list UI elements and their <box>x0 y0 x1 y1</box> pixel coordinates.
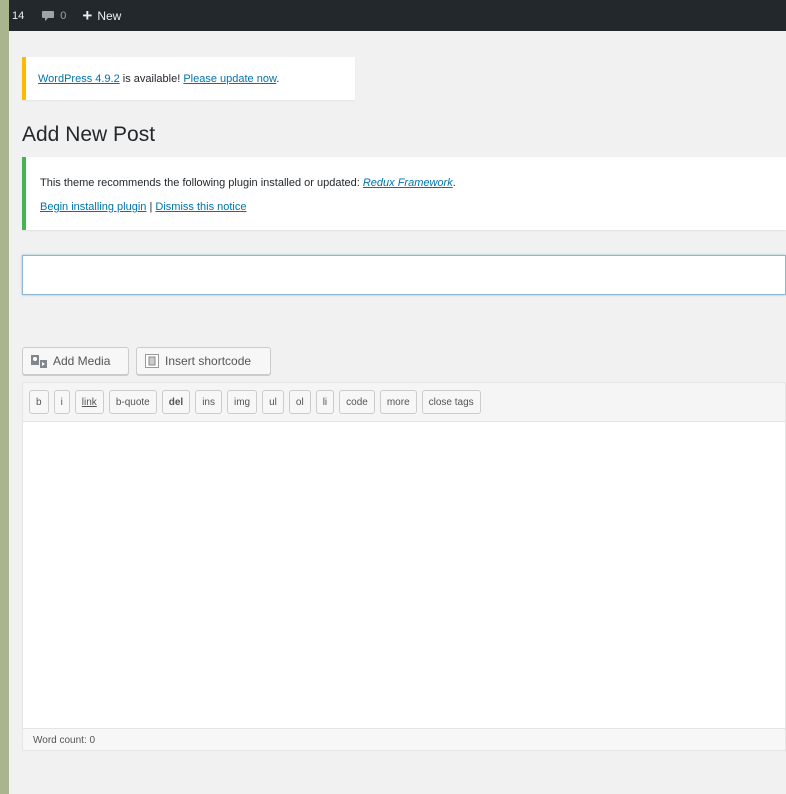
plus-icon: + <box>82 6 93 25</box>
quicktag-b-button[interactable]: b <box>29 390 49 414</box>
page-title: Add New Post <box>22 123 156 146</box>
browser-viewport: 14 0 + New WordPress 4.9.2 is available!… <box>9 0 786 794</box>
shortcode-icon <box>145 354 159 368</box>
please-update-link[interactable]: Please update now <box>183 73 276 85</box>
update-nag-text: is available! <box>119 72 184 85</box>
quicktag-li-button[interactable]: li <box>315 390 335 414</box>
begin-installing-link[interactable]: Begin installing plugin <box>40 201 146 213</box>
add-media-label: Add Media <box>53 354 111 368</box>
post-title-input[interactable] <box>22 255 786 295</box>
insert-shortcode-button[interactable]: Insert shortcode <box>136 347 271 375</box>
add-media-button[interactable]: Add Media <box>22 347 129 375</box>
quicktag-img-button[interactable]: img <box>226 390 258 414</box>
admin-bar: 14 0 + New <box>9 0 786 31</box>
editor-status-bar: Word count: 0 <box>23 728 785 750</box>
quicktag-ins-button[interactable]: ins <box>195 390 222 414</box>
quicktag-del-button[interactable]: del <box>161 390 191 414</box>
quicktag-ol-button[interactable]: ol <box>288 390 311 414</box>
theme-plugin-notice: This theme recommends the following plug… <box>22 157 786 230</box>
quicktag-close-tags-button[interactable]: close tags <box>421 390 481 414</box>
media-icon <box>31 354 47 368</box>
comment-bubble-icon <box>42 10 55 21</box>
theme-notice-text: This theme recommends the following plug… <box>40 177 363 189</box>
update-nag-notice: WordPress 4.9.2 is available! Please upd… <box>22 57 355 100</box>
insert-shortcode-label: Insert shortcode <box>165 354 252 368</box>
update-nag-end: . <box>276 72 280 85</box>
dismiss-notice-link[interactable]: Dismiss this notice <box>155 201 246 213</box>
quicktag-ul-button[interactable]: ul <box>262 390 284 414</box>
theme-notice-line1: This theme recommends the following plug… <box>40 177 786 189</box>
word-count: Word count: 0 <box>33 735 96 746</box>
quicktag-more-button[interactable]: more <box>379 390 417 414</box>
post-content-textarea[interactable] <box>23 422 785 728</box>
redux-framework-link[interactable]: Redux Framework <box>363 177 453 189</box>
quicktag-link-button[interactable]: link <box>74 390 104 414</box>
quicktags-toolbar: b i link b-quote del ins img ul ol li code more clos… <box>23 383 785 422</box>
theme-notice-line2: Begin installing plugin | Dismiss this n… <box>40 201 786 213</box>
wordpress-version-link[interactable]: WordPress 4.9.2 <box>38 73 120 85</box>
quicktag-b-quote-button[interactable]: b-quote <box>108 390 157 414</box>
post-editor: b i link b-quote del ins img ul ol li code more clos… <box>22 382 786 751</box>
new-label: New <box>97 8 122 23</box>
theme-notice-end: . <box>452 177 456 189</box>
new-content-item[interactable]: + New <box>76 0 121 31</box>
comments-count: 0 <box>60 9 67 22</box>
quicktag-code-button[interactable]: code <box>339 390 375 414</box>
updates-item[interactable]: 14 <box>9 0 24 31</box>
comments-item[interactable]: 0 <box>34 0 66 31</box>
updates-count: 14 <box>12 9 25 22</box>
quicktag-i-button[interactable]: i <box>53 390 70 414</box>
